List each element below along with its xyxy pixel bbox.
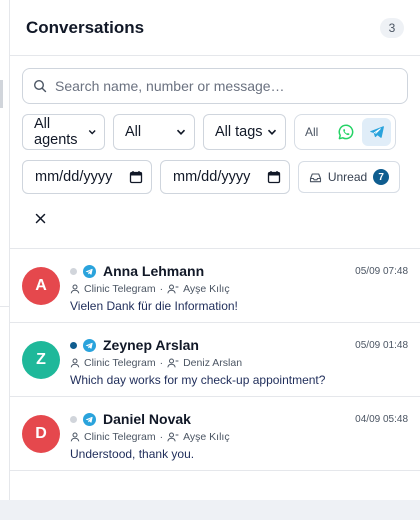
avatar-initial: A (35, 277, 47, 294)
chevron-down-icon (88, 130, 96, 135)
conversation-item[interactable]: A Anna Lehmann 05/09 07:48 Clinic Telegr… (10, 249, 420, 323)
last-message-preview: Understood, thank you. (70, 447, 195, 461)
avatar: D (22, 415, 60, 453)
date-from-input[interactable]: mm/dd/yyyy (22, 160, 152, 194)
assigned-agent-icon (167, 284, 179, 294)
date-to-input[interactable]: mm/dd/yyyy (160, 160, 290, 194)
clear-filters-button[interactable] (30, 208, 50, 228)
conversations-panel: Conversations 3 Search name, number or m… (10, 0, 420, 500)
page-footer-strip (0, 500, 420, 520)
calendar-icon[interactable] (267, 170, 281, 184)
assigned-agent-name: Deniz Arslan (183, 357, 243, 369)
contact-name: Daniel Novak (103, 411, 191, 427)
chevron-down-icon (267, 129, 277, 135)
channel-whatsapp-option[interactable] (332, 118, 361, 146)
telegram-icon (83, 264, 96, 278)
channel-filter: All (294, 114, 396, 150)
agent-filter-value: All agents (34, 116, 78, 148)
side-panel-edge (0, 0, 10, 500)
unread-count-badge: 7 (373, 169, 390, 185)
meta-separator: · (159, 357, 164, 369)
agent-filter-select[interactable]: All agents (22, 114, 105, 150)
conversation-count-badge: 3 (380, 17, 404, 38)
telegram-icon (83, 338, 96, 352)
status-dot (70, 267, 77, 275)
unread-filter-button[interactable]: Unread 7 (298, 161, 400, 193)
chevron-down-icon (176, 129, 186, 135)
message-timestamp: 05/09 01:48 (355, 339, 408, 351)
telegram-icon (83, 412, 96, 426)
message-timestamp: 05/09 07:48 (355, 265, 408, 277)
search-placeholder: Search name, number or message… (55, 78, 285, 94)
status-filter-select[interactable]: All (113, 114, 195, 150)
telegram-icon (369, 126, 384, 138)
unread-filter-label: Unread (327, 170, 368, 184)
status-filter-value: All (125, 124, 142, 140)
avatar-initial: Z (36, 351, 46, 368)
filter-bar: Search name, number or message… All agen… (10, 56, 420, 249)
status-dot (70, 341, 77, 349)
assigned-agent-icon (167, 432, 179, 442)
conversation-item[interactable]: Z Zeynep Arslan 05/09 01:48 Clinic Teleg… (10, 323, 420, 397)
contact-name: Zeynep Arslan (103, 337, 199, 353)
side-panel-divider (0, 306, 10, 307)
tag-filter-select[interactable]: All tags (203, 114, 286, 150)
last-message-preview: Which day works for my check-up appointm… (70, 373, 326, 387)
assigned-agent-name: Ayşe Kılıç (183, 283, 230, 295)
calendar-icon[interactable] (129, 170, 143, 184)
search-icon (33, 79, 47, 93)
inbox-name: Clinic Telegram (84, 431, 156, 443)
inbox-name: Clinic Telegram (84, 283, 156, 295)
tag-filter-value: All tags (215, 124, 263, 140)
search-input[interactable]: Search name, number or message… (22, 68, 408, 104)
user-icon (70, 432, 80, 442)
user-icon (70, 358, 80, 368)
inbox-name: Clinic Telegram (84, 357, 156, 369)
conversation-item[interactable]: D Daniel Novak 04/09 05:48 Clinic Telegr… (10, 397, 420, 471)
status-dot (70, 415, 77, 423)
last-message-preview: Vielen Dank für die Information! (70, 299, 238, 313)
avatar-initial: D (35, 425, 47, 442)
message-timestamp: 04/09 05:48 (355, 413, 408, 425)
close-icon (35, 213, 45, 223)
date-to-value: mm/dd/yyyy (173, 169, 251, 185)
avatar: A (22, 267, 60, 305)
inbox-icon (309, 172, 321, 182)
whatsapp-icon (338, 124, 354, 140)
channel-all-option[interactable]: All (305, 125, 330, 139)
side-panel-indicator (0, 80, 3, 108)
user-icon (70, 284, 80, 294)
page-title: Conversations (26, 17, 145, 37)
channel-telegram-option[interactable] (362, 118, 392, 146)
assigned-agent-icon (167, 358, 179, 368)
panel-header: Conversations 3 (10, 0, 420, 56)
contact-name: Anna Lehmann (103, 263, 205, 279)
avatar: Z (22, 341, 60, 379)
assigned-agent-name: Ayşe Kılıç (183, 431, 230, 443)
meta-separator: · (159, 431, 164, 443)
conversation-list: A Anna Lehmann 05/09 07:48 Clinic Telegr… (10, 249, 420, 471)
meta-separator: · (159, 283, 164, 295)
date-from-value: mm/dd/yyyy (35, 169, 113, 185)
